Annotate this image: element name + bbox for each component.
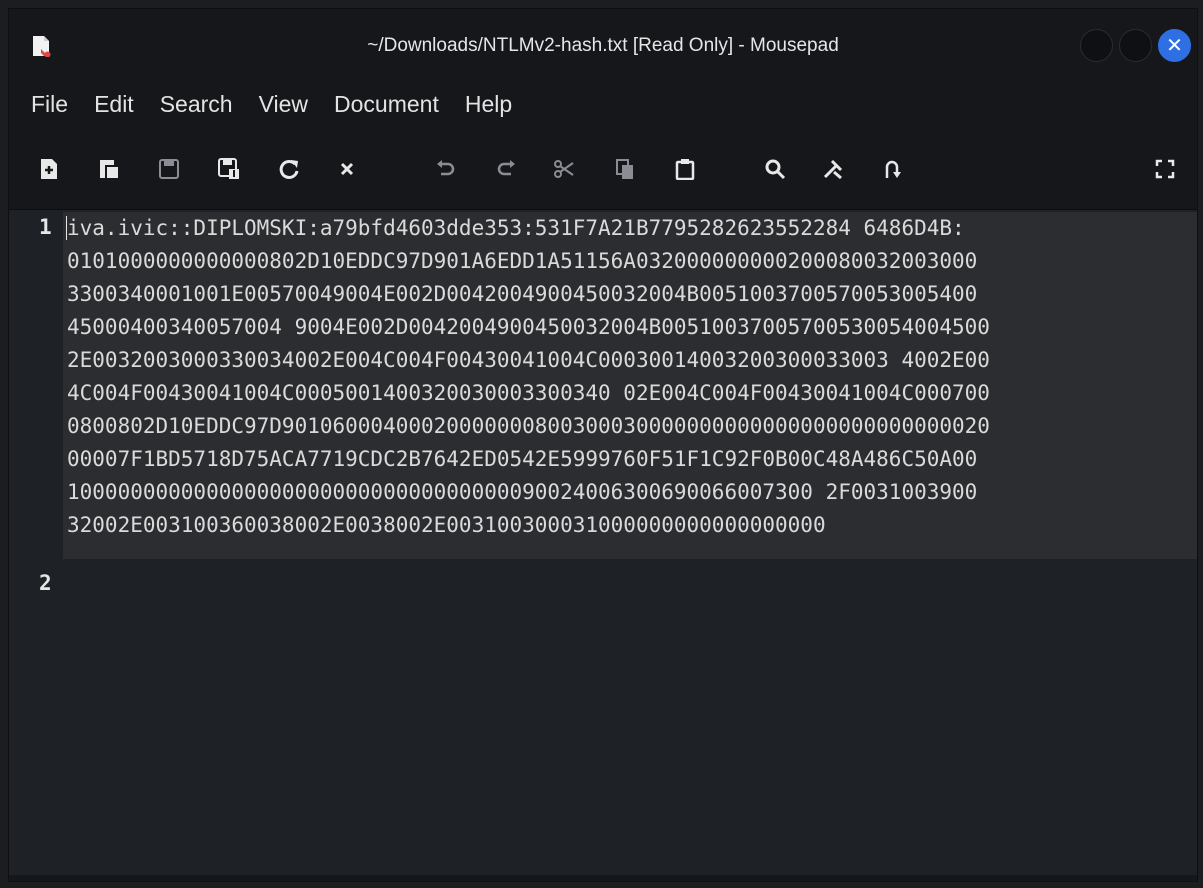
menu-file[interactable]: File	[9, 81, 81, 127]
text-line: 0800802D10EDDC97D90106000400020000000800…	[67, 414, 990, 438]
text-line: 4C004F00430041004C0005001400320030003300…	[67, 381, 990, 405]
close-button[interactable]: ✕	[1158, 29, 1191, 62]
mousepad-window: ~/Downloads/NTLMv2-hash.txt [Read Only] …	[8, 8, 1198, 882]
paste-icon[interactable]	[673, 157, 697, 181]
menu-document[interactable]: Document	[321, 81, 452, 127]
find-replace-icon[interactable]	[821, 157, 845, 181]
reload-icon[interactable]	[277, 157, 301, 181]
redo-icon[interactable]	[494, 157, 518, 181]
menu-edit[interactable]: Edit	[81, 81, 147, 127]
toolbar	[9, 127, 1197, 210]
undo-icon[interactable]	[434, 157, 458, 181]
line-number-1: 1	[39, 215, 52, 239]
menu-help[interactable]: Help	[452, 81, 525, 127]
find-icon[interactable]	[763, 157, 787, 181]
fullscreen-icon[interactable]	[1153, 157, 1177, 181]
text-line: 1000000000000000000000000000000000009002…	[67, 480, 978, 504]
status-strip	[9, 875, 1197, 881]
new-document-icon[interactable]	[37, 157, 61, 181]
menu-search[interactable]: Search	[147, 81, 246, 127]
window-title: ~/Downloads/NTLMv2-hash.txt [Read Only] …	[367, 35, 839, 56]
menu-view[interactable]: View	[246, 81, 321, 127]
minimize-button[interactable]	[1080, 29, 1113, 62]
goto-line-icon[interactable]	[881, 157, 905, 181]
text-line: 3300340001001E00570049004E002D0042004900…	[67, 282, 978, 306]
close-document-icon[interactable]	[335, 157, 359, 181]
text-line: 0101000000000000802D10EDDC97D901A6EDD1A5…	[67, 249, 978, 273]
new-window-icon[interactable]	[97, 157, 121, 181]
text-editor[interactable]: 1 2 iva.ivic::DIPLOMSKI:a79bfd4603dde353…	[9, 210, 1197, 881]
cut-icon[interactable]	[552, 157, 576, 181]
line-number-2: 2	[39, 571, 52, 595]
text-line: 32002E003100360038002E0038002E0031003000…	[67, 513, 826, 537]
text-line: 2E0032003000330034002E004C004F0043004100…	[67, 348, 990, 372]
text-line: iva.ivic::DIPLOMSKI:a79bfd4603dde353:531…	[67, 216, 965, 240]
copy-icon[interactable]	[613, 157, 637, 181]
text-line: 45000400340057004 9004E002D0042004900450…	[67, 315, 990, 339]
menu-bar: File Edit Search View Document Help	[9, 81, 1197, 127]
save-icon[interactable]	[157, 157, 181, 181]
save-as-icon[interactable]	[217, 157, 241, 181]
maximize-button[interactable]	[1119, 29, 1152, 62]
title-bar[interactable]: ~/Downloads/NTLMv2-hash.txt [Read Only] …	[9, 9, 1197, 81]
text-line: 00007F1BD5718D75ACA7719CDC2B7642ED0542E5…	[67, 447, 978, 471]
